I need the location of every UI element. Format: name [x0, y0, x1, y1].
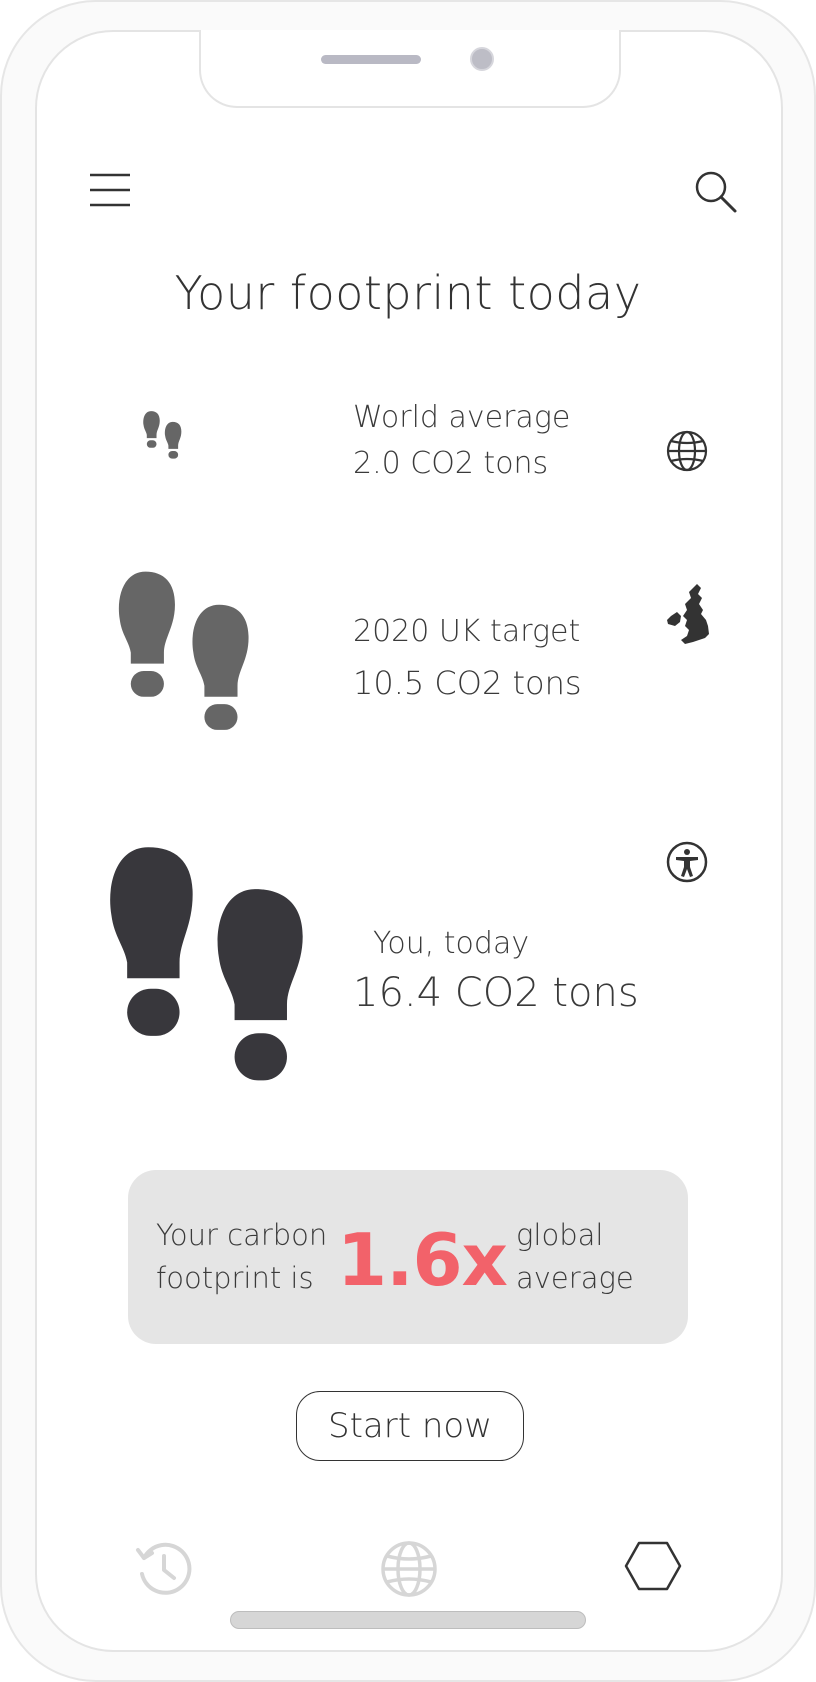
summary-left-line2: footprint is	[156, 1261, 314, 1295]
footprints-medium-icon	[118, 571, 249, 730]
search-icon[interactable]	[694, 170, 738, 214]
summary-right-text: global average	[516, 1214, 634, 1300]
summary-left-text: Your carbon footprint is	[156, 1214, 327, 1300]
start-now-button[interactable]: Start now	[296, 1391, 524, 1461]
hamburger-menu-icon[interactable]	[88, 172, 132, 208]
history-icon[interactable]	[134, 1538, 194, 1598]
stat-you-value: 16.4 CO2 tons	[353, 970, 639, 1016]
phone-notch	[199, 30, 621, 108]
stat-world-label: World average	[353, 400, 571, 435]
page-title: Your footprint today	[174, 266, 642, 320]
summary-left-line1: Your carbon	[156, 1218, 328, 1252]
nav-globe-icon[interactable]	[380, 1540, 438, 1598]
footprints-small-icon	[143, 411, 182, 459]
summary-right-line1: global	[516, 1218, 604, 1252]
stat-uk-label: 2020 UK target	[353, 614, 581, 649]
summary-multiplier: 1.6x	[337, 1218, 508, 1302]
phone-speaker	[321, 55, 421, 64]
stat-world-value: 2.0 CO2 tons	[353, 446, 549, 481]
accessibility-person-icon[interactable]	[665, 840, 709, 884]
globe-icon[interactable]	[665, 429, 709, 473]
summary-right-line2: average	[516, 1261, 634, 1295]
uk-map-icon	[667, 584, 709, 644]
stat-you-label: You, today	[373, 926, 530, 961]
stat-uk-value: 10.5 CO2 tons	[353, 664, 582, 702]
phone-camera	[470, 47, 494, 71]
hexagon-icon[interactable]	[624, 1540, 682, 1592]
footprints-large-icon	[110, 847, 303, 1081]
home-indicator[interactable]	[230, 1611, 586, 1629]
